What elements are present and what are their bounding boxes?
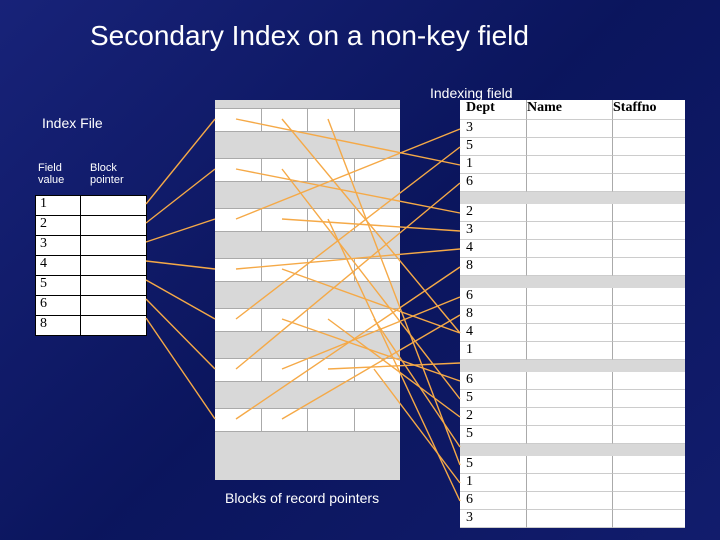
data-cell: 4 — [460, 324, 527, 342]
data-header-staffno: Staffno — [613, 100, 685, 120]
data-file-table: Dept Name Staffno 3 5 1 6 2 3 4 8 6 8 4 … — [460, 100, 685, 528]
block-pointer-label: Block pointer — [90, 162, 124, 186]
data-cell: 5 — [460, 426, 527, 444]
data-cell: 6 — [460, 174, 527, 192]
index-value: 2 — [36, 216, 81, 235]
index-value: 1 — [36, 196, 81, 215]
data-cell: 3 — [460, 222, 527, 240]
data-cell: 2 — [460, 204, 527, 222]
data-cell: 1 — [460, 342, 527, 360]
data-cell: 8 — [460, 306, 527, 324]
data-cell: 4 — [460, 240, 527, 258]
index-value: 5 — [36, 276, 81, 295]
data-cell: 3 — [460, 120, 527, 138]
field-value-label: Field value — [38, 162, 64, 186]
data-cell: 6 — [460, 372, 527, 390]
index-file-table: 1 2 3 4 5 6 8 — [35, 195, 147, 336]
index-value: 4 — [36, 256, 81, 275]
blocks-label: Blocks of record pointers — [225, 490, 379, 506]
index-value: 6 — [36, 296, 81, 315]
data-cell: 6 — [460, 288, 527, 306]
data-cell: 1 — [460, 156, 527, 174]
data-cell: 8 — [460, 258, 527, 276]
pointer-blocks — [215, 100, 400, 480]
slide-title: Secondary Index on a non-key field — [90, 20, 529, 52]
data-cell: 5 — [460, 390, 527, 408]
data-cell: 2 — [460, 408, 527, 426]
index-file-label: Index File — [42, 115, 103, 131]
data-cell: 6 — [460, 492, 527, 510]
index-value: 3 — [36, 236, 81, 255]
indexing-field-label: Indexing field — [430, 85, 513, 101]
data-cell: 1 — [460, 474, 527, 492]
index-value: 8 — [36, 316, 81, 335]
data-header-name: Name — [527, 100, 613, 120]
data-cell: 3 — [460, 510, 527, 528]
data-header-dept: Dept — [460, 100, 527, 120]
data-cell: 5 — [460, 138, 527, 156]
data-cell: 5 — [460, 456, 527, 474]
